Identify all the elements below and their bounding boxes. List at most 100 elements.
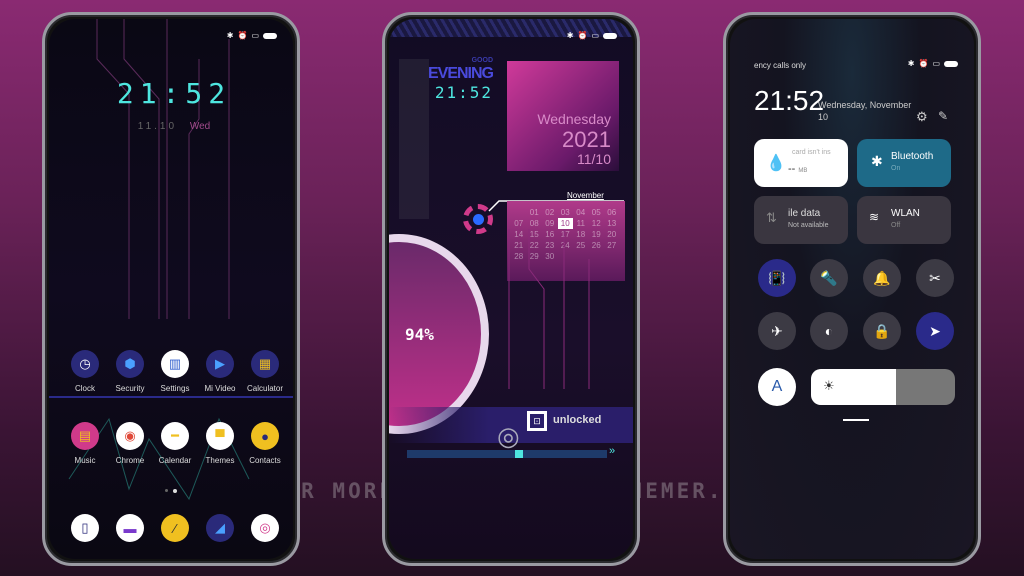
phone-icon: ▯ (71, 514, 99, 542)
screenshot-icon: ✂ (929, 269, 941, 286)
phone-control-center: ency calls only ✱ ⏰ ▭ 21:52 Wednesday, Nov… (723, 12, 981, 566)
screenshot-toggle[interactable]: ✂ (916, 259, 954, 297)
vibrate-toggle[interactable]: 📳 (758, 259, 796, 297)
phone-home-screen: ✱ ⏰ ▭ 21:52 11.10 Wed ◷ Clock ⬢ Security ▥ Se… (42, 12, 300, 566)
phone-lock-screen: ✱ ⏰ ▭ GOOD EVENING 21:52 Wednesday 2021 11… (382, 12, 640, 566)
contrast-icon: ◐ (824, 323, 834, 339)
chrome-icon: ◉ (116, 422, 144, 450)
clock-weekday: Wed (189, 121, 211, 132)
calendar-day: 05 (591, 208, 601, 217)
app-label: Calendar (158, 456, 192, 465)
app-clock[interactable]: ◷ Clock (63, 350, 107, 393)
app-contacts[interactable]: ● Contacts (243, 422, 287, 465)
calendar-day: 07 (514, 219, 524, 228)
greeting: EVENING (427, 65, 494, 82)
calendar-day: 11 (576, 219, 585, 228)
calendar-day: 13 (607, 219, 617, 228)
app-chrome[interactable]: ◉ Chrome (108, 422, 152, 465)
location-icon: ➤ (929, 322, 941, 339)
lock-toggle[interactable]: 🔒 (863, 312, 901, 350)
calendar-icon: ━ (161, 422, 189, 450)
handle-bar[interactable] (843, 419, 869, 421)
sim-icon: ▭ (591, 31, 599, 40)
mobile-data-tile[interactable]: ⇅ ile data Not available (754, 196, 848, 244)
alarm-icon: ⏰ (918, 59, 929, 68)
app-themes[interactable]: ▀ Themes (198, 422, 242, 465)
app-label: Security (115, 384, 145, 393)
data-usage-tile[interactable]: 💧 card isn't ins -- MB (754, 139, 848, 187)
date-card: Wednesday 2021 11/10 (507, 61, 619, 171)
music-icon: ▤ (71, 422, 99, 450)
calendar-day (511, 207, 527, 218)
status-bar: ✱ ⏰ ▭ (567, 31, 617, 40)
tile-state: Not available (788, 222, 829, 229)
chevrons-right-icon: » (609, 445, 616, 457)
bluetooth-icon: ✱ (871, 153, 883, 169)
sim-icon: ▭ (251, 31, 259, 40)
clock-icon: ◷ (71, 350, 99, 378)
lock-weekday: Wednesday (537, 111, 611, 127)
dock-messages[interactable]: ▬ (108, 514, 152, 542)
settings-icon[interactable]: ⚙ (916, 109, 928, 125)
unlock-slider[interactable] (407, 450, 607, 458)
dark-mode-toggle[interactable]: ◐ (810, 312, 848, 350)
airplane-toggle[interactable]: ✈ (758, 312, 796, 350)
tile-title: card isn't ins (792, 149, 831, 156)
battery-icon (603, 32, 617, 39)
calendar-month: November (567, 191, 604, 200)
battery-icon (263, 32, 277, 39)
carrier-text: ency calls only (754, 61, 807, 70)
brightness-slider[interactable]: ☀ (811, 369, 955, 405)
fingerprint-icon[interactable]: ◎ (497, 423, 520, 449)
location-toggle[interactable]: ➤ (916, 312, 954, 350)
app-calendar[interactable]: ━ Calendar (153, 422, 197, 465)
lock-icon: 🔒 (873, 322, 891, 339)
sun-icon: ☀ (823, 378, 835, 393)
bluetooth-tile[interactable]: ✱ Bluetooth On (857, 139, 951, 187)
tile-title: ile data (788, 208, 821, 219)
app-music[interactable]: ▤ Music (63, 422, 107, 465)
alarm-icon: ⏰ (237, 31, 248, 40)
battery-icon (944, 60, 958, 67)
app-label: Calculator (246, 384, 283, 393)
calendar-week: 01 02 03 04 05 06 (511, 207, 620, 218)
clock-time: 21:52 (116, 77, 232, 110)
dock-phone[interactable]: ▯ (63, 514, 107, 542)
calendar-day: 06 (607, 208, 617, 217)
unlock-icon: ⊡ (527, 411, 547, 431)
app-settings[interactable]: ▥ Settings (153, 350, 197, 393)
side-deco (399, 59, 429, 219)
lock-year: 2021 (562, 127, 611, 152)
dock-gallery[interactable]: ◢ (198, 514, 242, 542)
bluetooth-icon: ✱ (907, 59, 915, 68)
dock-camera[interactable]: ◎ (243, 514, 287, 542)
battery-ring (389, 234, 489, 434)
camera-icon: ◎ (251, 514, 279, 542)
status-bar: ✱ ⏰ ▭ (227, 31, 277, 40)
wifi-icon: ≋ (869, 210, 880, 224)
flashlight-toggle[interactable]: 🔦 (810, 259, 848, 297)
calendar-day: 03 (560, 208, 570, 217)
auto-brightness-button[interactable]: A (758, 368, 796, 406)
calendar-day: 04 (576, 208, 586, 217)
lock-date: 11/10 (577, 151, 611, 167)
app-label: Clock (74, 384, 95, 393)
app-mi-video[interactable]: ▶ Mi Video (198, 350, 242, 393)
contacts-icon: ● (251, 422, 279, 450)
edit-icon[interactable]: ✎ (938, 109, 948, 123)
wlan-tile[interactable]: ≋ WLAN Off (857, 196, 951, 244)
tile-title: WLAN (891, 208, 920, 219)
lock-time: 21:52 (434, 83, 493, 102)
app-calculator[interactable]: ▦ Calculator (243, 350, 287, 393)
page-indicator[interactable] (165, 489, 177, 493)
dock-notes[interactable]: ⁄ (153, 514, 197, 542)
battery-percent: 94% (405, 325, 434, 344)
tile-state: Off (891, 222, 901, 229)
app-label: Music (74, 456, 96, 465)
app-security[interactable]: ⬢ Security (108, 350, 152, 393)
calendar-week: 07 08 09 10 11 12 13 (511, 218, 620, 229)
greeting-small: GOOD (471, 57, 493, 64)
app-label: Mi Video (204, 384, 236, 393)
calendar-day: 09 (545, 219, 555, 228)
silent-toggle[interactable]: 🔔 (863, 259, 901, 297)
